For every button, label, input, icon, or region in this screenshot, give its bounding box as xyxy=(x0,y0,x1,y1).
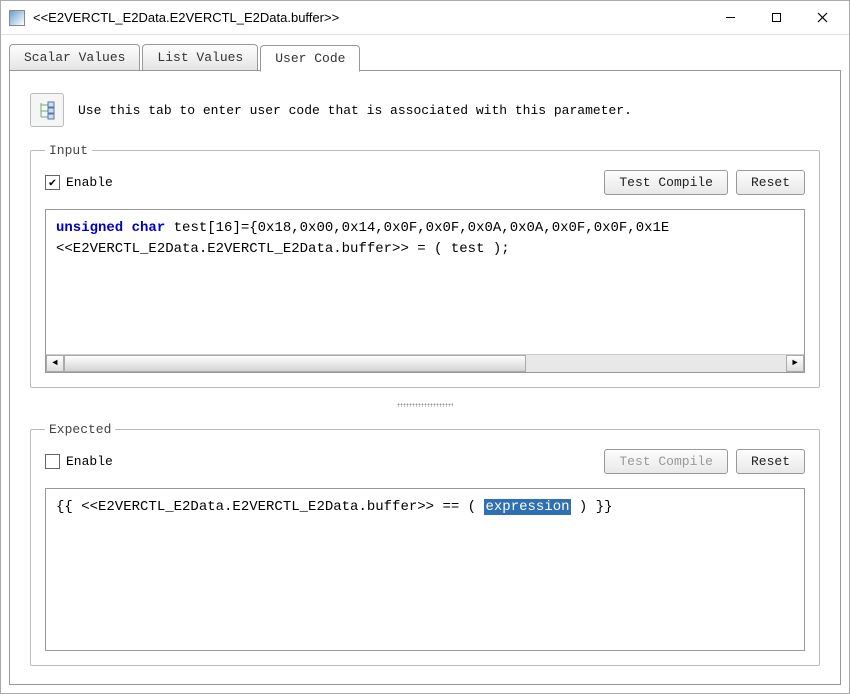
hierarchy-icon xyxy=(36,99,58,121)
tab-bar: Scalar Values List Values User Code xyxy=(9,43,841,71)
scroll-thumb[interactable] xyxy=(64,355,526,372)
input-code-area[interactable]: unsigned char test[16]={0x18,0x00,0x14,0… xyxy=(46,210,804,354)
tab-user-code[interactable]: User Code xyxy=(260,45,360,72)
content: Scalar Values List Values User Code xyxy=(1,35,849,693)
splitter[interactable] xyxy=(30,402,820,408)
input-code-wrap: unsigned char test[16]={0x18,0x00,0x14,0… xyxy=(45,209,805,373)
scroll-track[interactable] xyxy=(64,355,786,372)
splitter-grip-icon xyxy=(397,403,453,407)
code-text: {{ <<E2VERCTL_E2Data.E2VERCTL_E2Data.buf… xyxy=(56,499,484,515)
input-reset-button[interactable]: Reset xyxy=(736,170,805,195)
expected-enable-label: Enable xyxy=(66,454,113,469)
window-controls xyxy=(707,3,845,33)
expected-code-wrap: {{ <<E2VERCTL_E2Data.E2VERCTL_E2Data.buf… xyxy=(45,488,805,652)
input-toolbar: Enable Test Compile Reset xyxy=(45,170,805,195)
tab-scalar-values[interactable]: Scalar Values xyxy=(9,44,140,71)
expected-enable-checkbox[interactable] xyxy=(45,454,60,469)
expected-test-compile-button[interactable]: Test Compile xyxy=(604,449,728,474)
window: <<E2VERCTL_E2Data.E2VERCTL_E2Data.buffer… xyxy=(0,0,850,694)
input-legend: Input xyxy=(45,143,92,158)
input-test-compile-button[interactable]: Test Compile xyxy=(604,170,728,195)
expected-code-area[interactable]: {{ <<E2VERCTL_E2Data.E2VERCTL_E2Data.buf… xyxy=(46,489,804,651)
input-enable-label: Enable xyxy=(66,175,113,190)
maximize-icon xyxy=(771,12,782,23)
input-enable-checkbox[interactable] xyxy=(45,175,60,190)
expected-toolbar: Enable Test Compile Reset xyxy=(45,449,805,474)
tree-icon xyxy=(30,93,64,127)
minimize-icon xyxy=(725,12,736,23)
title-bar: <<E2VERCTL_E2Data.E2VERCTL_E2Data.buffer… xyxy=(1,1,849,35)
expected-legend: Expected xyxy=(45,422,115,437)
code-keyword: unsigned xyxy=(56,220,123,236)
input-group: Input Enable Test Compile Reset unsigned… xyxy=(30,143,820,388)
tab-list-values[interactable]: List Values xyxy=(142,44,258,71)
code-keyword: char xyxy=(132,220,166,236)
expected-reset-button[interactable]: Reset xyxy=(736,449,805,474)
input-hscrollbar[interactable]: ◄ ► xyxy=(46,354,804,372)
code-text: test[16]={0x18,0x00,0x14,0x0F,0x0F,0x0A,… xyxy=(165,220,669,236)
code-text: ) }} xyxy=(571,499,613,515)
minimize-button[interactable] xyxy=(707,3,753,33)
code-text: <<E2VERCTL_E2Data.E2VERCTL_E2Data.buffer… xyxy=(56,241,510,257)
close-button[interactable] xyxy=(799,3,845,33)
code-selection: expression xyxy=(484,499,570,515)
info-row: Use this tab to enter user code that is … xyxy=(30,89,820,129)
input-enable-wrap[interactable]: Enable xyxy=(45,175,596,190)
close-icon xyxy=(817,12,828,23)
app-icon xyxy=(9,10,25,26)
scroll-left-button[interactable]: ◄ xyxy=(46,355,64,372)
scroll-right-button[interactable]: ► xyxy=(786,355,804,372)
expected-group: Expected Enable Test Compile Reset {{ <<… xyxy=(30,422,820,667)
expected-enable-wrap[interactable]: Enable xyxy=(45,454,596,469)
maximize-button[interactable] xyxy=(753,3,799,33)
info-text: Use this tab to enter user code that is … xyxy=(78,103,632,118)
tab-panel-user-code: Use this tab to enter user code that is … xyxy=(9,70,841,685)
window-title: <<E2VERCTL_E2Data.E2VERCTL_E2Data.buffer… xyxy=(33,10,707,25)
